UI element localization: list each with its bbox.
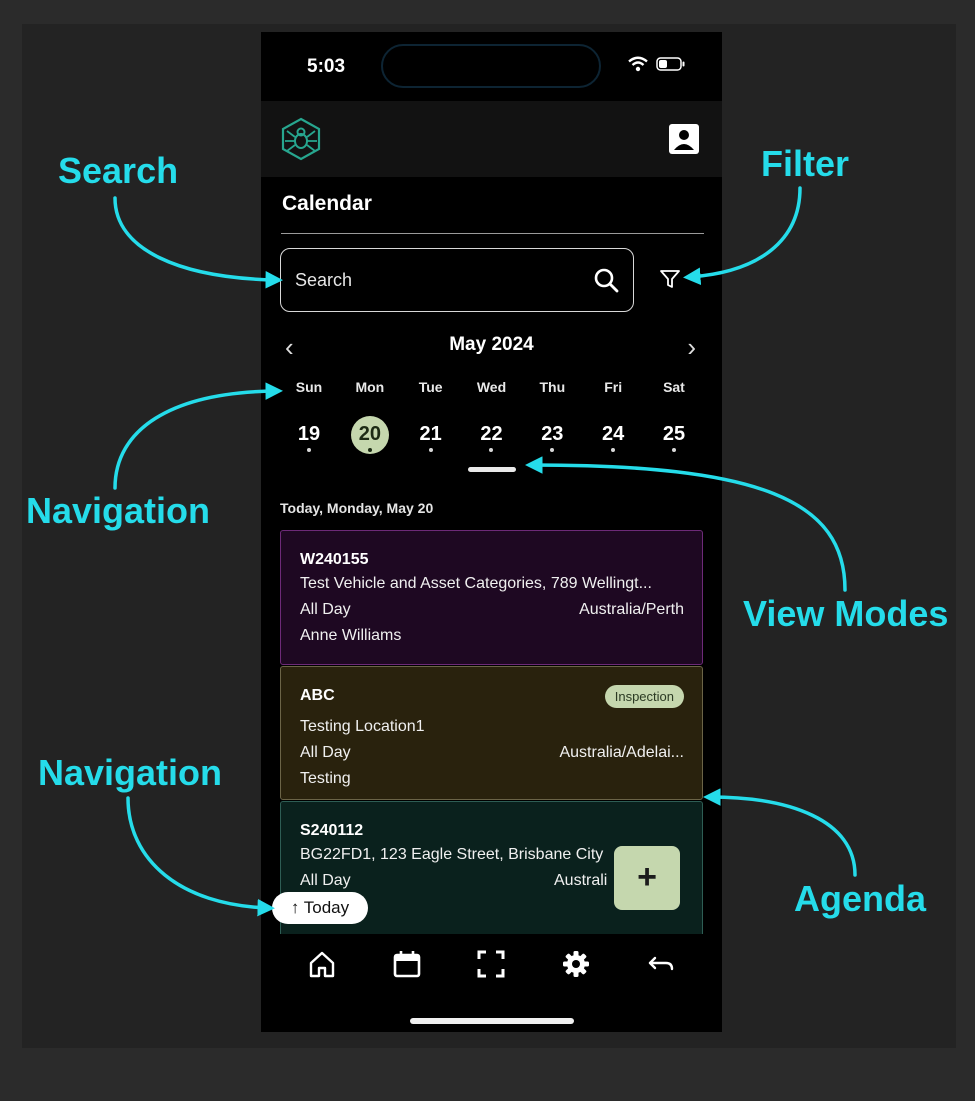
weekday-label: Sat bbox=[663, 379, 685, 395]
event-time: All Day bbox=[300, 872, 351, 889]
dynamic-island bbox=[381, 44, 601, 88]
account-box-icon[interactable] bbox=[668, 123, 700, 155]
battery-icon bbox=[656, 57, 685, 71]
status-icons bbox=[628, 56, 686, 72]
home-icon[interactable] bbox=[306, 948, 338, 980]
home-indicator bbox=[410, 1018, 574, 1024]
status-time: 5:03 bbox=[307, 56, 346, 77]
search-placeholder: Search bbox=[295, 270, 353, 290]
event-timezone: Australia/Adelai... bbox=[559, 744, 684, 761]
bottom-nav bbox=[261, 934, 722, 1032]
calendar-day[interactable]: 25 bbox=[644, 416, 704, 456]
event-card[interactable]: W240155 Test Vehicle and Asset Categorie… bbox=[280, 530, 703, 665]
weekday-label: Sun bbox=[295, 379, 323, 395]
month-label: May 2024 bbox=[449, 334, 534, 355]
event-dot bbox=[307, 448, 311, 452]
calendar-icon[interactable] bbox=[391, 948, 423, 980]
annotation-view-modes: View Modes bbox=[743, 593, 949, 634]
annotation-search: Search bbox=[58, 150, 179, 191]
search-input[interactable]: Search bbox=[280, 248, 634, 312]
event-location: Test Vehicle and Asset Categories, 789 W… bbox=[300, 575, 652, 592]
event-code: W240155 bbox=[300, 551, 369, 568]
jump-to-today-button[interactable]: ↑ Today bbox=[272, 892, 368, 924]
annotation-navigation-top: Navigation bbox=[26, 490, 211, 531]
event-dot bbox=[671, 448, 676, 452]
scan-icon[interactable] bbox=[475, 948, 507, 980]
view-mode-handle[interactable] bbox=[468, 467, 516, 472]
event-code: ABC bbox=[300, 687, 335, 704]
event-time: All Day bbox=[300, 744, 351, 761]
weekday-row: Sun Mon Tue Wed Thu Fri Sat bbox=[279, 379, 704, 395]
event-timezone: Australi bbox=[554, 872, 608, 889]
app-header bbox=[261, 101, 722, 177]
event-timezone: Australia/Perth bbox=[579, 601, 684, 618]
phone-screen: 5:03 Calendar Search ‹ May 2024 › Sun Mo… bbox=[261, 32, 722, 1032]
calendar-day[interactable]: 22 bbox=[461, 416, 521, 456]
spider-logo-icon[interactable] bbox=[279, 117, 323, 161]
page-title: Calendar bbox=[282, 192, 372, 215]
calendar-day[interactable]: 23 bbox=[522, 416, 582, 456]
title-divider bbox=[281, 233, 704, 234]
event-assignee: Anne Williams bbox=[300, 627, 402, 644]
add-event-button[interactable]: + bbox=[614, 846, 680, 910]
annotation-agenda: Agenda bbox=[794, 878, 927, 919]
event-dot bbox=[428, 448, 433, 452]
weekday-label: Tue bbox=[418, 379, 443, 395]
event-type-badge: Inspection bbox=[604, 685, 684, 708]
event-assignee: Testing bbox=[300, 770, 351, 787]
event-location: BG22FD1, 123 Eagle Street, Brisbane City bbox=[300, 846, 604, 863]
annotation-navigation-bottom: Navigation bbox=[38, 752, 223, 793]
next-month-button[interactable]: › bbox=[687, 332, 696, 363]
week-day-row: 19 20 21 22 23 24 25 bbox=[279, 416, 704, 456]
weekday-label: Mon bbox=[355, 379, 385, 395]
calendar-day-selected[interactable]: 20 bbox=[340, 416, 400, 456]
calendar-day[interactable]: 24 bbox=[583, 416, 643, 456]
filter-icon[interactable] bbox=[659, 268, 681, 290]
settings-icon[interactable] bbox=[560, 948, 592, 980]
event-time: All Day bbox=[300, 601, 351, 618]
event-dot bbox=[367, 448, 372, 452]
weekday-label: Wed bbox=[476, 379, 507, 395]
calendar-day[interactable]: 19 bbox=[279, 416, 339, 456]
weekday-label: Thu bbox=[539, 379, 566, 395]
annotation-filter: Filter bbox=[761, 143, 850, 184]
event-code: S240112 bbox=[300, 822, 364, 839]
weekday-label: Fri bbox=[604, 379, 623, 395]
event-location: Testing Location1 bbox=[300, 718, 425, 735]
back-icon[interactable] bbox=[645, 948, 677, 980]
wifi-icon bbox=[628, 56, 648, 72]
agenda-heading: Today, Monday, May 20 bbox=[280, 500, 434, 516]
search-icon[interactable] bbox=[593, 267, 619, 293]
event-card[interactable]: ABC Inspection Testing Location1 All Day… bbox=[280, 666, 703, 800]
calendar-day[interactable]: 21 bbox=[401, 416, 461, 456]
